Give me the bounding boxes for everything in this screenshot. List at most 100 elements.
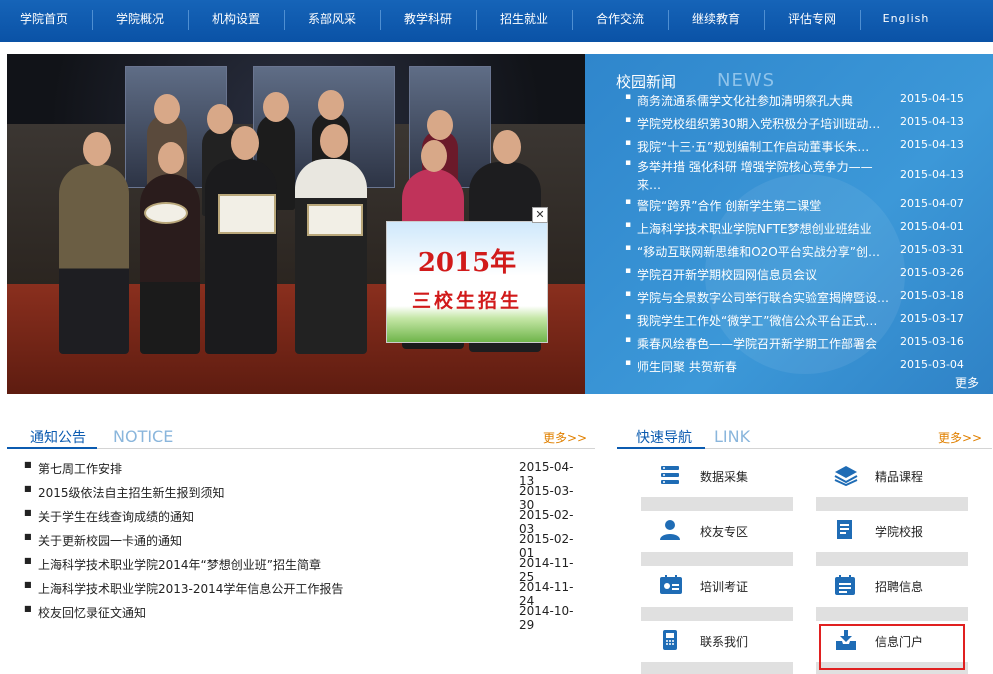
bullet-icon: ▪: [625, 92, 632, 102]
nav-english[interactable]: English: [870, 0, 942, 40]
popup-background: [387, 222, 547, 342]
nav-cooperation[interactable]: 合作交流: [584, 0, 656, 40]
news-item-title[interactable]: 我院学生工作处“微学工”微信公众平台正式…: [637, 312, 892, 329]
news-item-title[interactable]: “移动互联网新思维和O2O平台实战分享”创…: [637, 243, 892, 260]
news-item-title[interactable]: 学院党校组织第30期入党积极分子培训班动员…: [637, 115, 892, 132]
nav-divider: [92, 10, 93, 30]
award-certificate: [307, 204, 363, 236]
id-card-icon[interactable]: [659, 574, 682, 596]
news-item-title[interactable]: 商务流通系儒学文化社参加清明祭孔大典: [637, 92, 892, 109]
news-item-title[interactable]: 学院与全景数字公司举行联合实验室揭牌暨设…: [637, 289, 892, 306]
news-more-link[interactable]: 更多>>: [955, 374, 993, 394]
news-item-date: 2015-04-07: [900, 197, 964, 210]
database-icon[interactable]: [659, 464, 681, 486]
news-item-date: 2015-03-31: [900, 243, 964, 256]
news-title: 校园新闻: [616, 73, 677, 91]
news-item-title[interactable]: 警院“跨界”合作 创新学生第二课堂: [637, 197, 892, 214]
nav-divider: [188, 10, 189, 30]
bullet-icon: ▪: [625, 243, 632, 253]
notice-item[interactable]: ■ 上海科学技术职业学院2014年“梦想创业班”招生简章 2014-11-25: [24, 556, 584, 584]
notice-item[interactable]: ■ 关于学生在线查询成绩的通知 2015-02-03: [24, 508, 584, 536]
layers-icon[interactable]: [834, 464, 858, 487]
award-person-head: [207, 104, 233, 134]
quicklinks-title-en: LINK: [714, 427, 751, 446]
quicklinks-more-link[interactable]: 更多>>: [938, 429, 982, 446]
news-item-date: 2015-04-13: [900, 138, 964, 151]
calendar-list-icon[interactable]: [834, 574, 856, 596]
nav-divider: [668, 10, 669, 30]
quicklink-training-certification[interactable]: 培训考证: [700, 578, 748, 595]
quicklink-underbar: [816, 497, 968, 511]
award-person: [59, 164, 129, 354]
award-person: [205, 159, 277, 354]
notice-item-title[interactable]: 关于学生在线查询成绩的通知: [38, 508, 194, 525]
quicklink-underbar: [641, 497, 793, 511]
nav-divider: [284, 10, 285, 30]
notice-item[interactable]: ■ 第七周工作安排 2015-04-13: [24, 460, 584, 488]
notice-item-title[interactable]: 上海科学技术职业学院2013-2014学年信息公开工作报告: [38, 580, 343, 597]
nav-admissions[interactable]: 招生就业: [488, 0, 560, 40]
notice-title-en: NOTICE: [113, 427, 174, 446]
quicklink-recruitment[interactable]: 招聘信息: [875, 578, 923, 595]
newspaper-icon[interactable]: [834, 519, 856, 541]
quicklink-data-collection[interactable]: 数据采集: [700, 468, 748, 485]
notice-more-link[interactable]: 更多>>: [543, 429, 587, 446]
news-item-title[interactable]: 我院“十三·五”规划编制工作启动董事长朱…: [637, 138, 892, 155]
nav-organization[interactable]: 机构设置: [200, 0, 272, 40]
bullet-icon: ■: [24, 460, 32, 469]
quicklink-underbar: [816, 607, 968, 621]
bullet-icon: ■: [24, 580, 32, 589]
quicklink-quality-courses[interactable]: 精品课程: [875, 468, 923, 485]
notice-item-title[interactable]: 校友回忆录征文通知: [38, 604, 146, 621]
nav-home[interactable]: 学院首页: [8, 0, 80, 40]
quicklinks-divider-accent: [617, 447, 705, 449]
notice-item-title[interactable]: 第七周工作安排: [38, 460, 122, 477]
nav-departments[interactable]: 系部风采: [296, 0, 368, 40]
admission-popup-ad[interactable]: 2015年 三校生招生: [386, 221, 548, 343]
notice-item-title[interactable]: 上海科学技术职业学院2014年“梦想创业班”招生简章: [38, 556, 321, 573]
bullet-icon: ■: [24, 484, 32, 493]
phone-icon[interactable]: [659, 629, 681, 651]
quicklink-alumni[interactable]: 校友专区: [700, 523, 748, 540]
news-item-title[interactable]: 师生同聚 共贺新春: [637, 358, 892, 375]
notice-item[interactable]: ■ 关于更新校园一卡通的通知 2015-02-01: [24, 532, 584, 560]
nav-assessment[interactable]: 评估专网: [776, 0, 848, 40]
nav-divider: [572, 10, 573, 30]
news-title-en: NEWS: [717, 70, 776, 91]
bullet-icon: ■: [24, 604, 32, 613]
notice-item-title[interactable]: 关于更新校园一卡通的通知: [38, 532, 182, 549]
campus-news-panel: 校园新闻 NEWS ▪ 商务流通系儒学文化社参加清明祭孔大典 2015-04-15 …: [585, 54, 993, 394]
news-item-date: 2015-03-04: [900, 358, 964, 371]
news-item-title[interactable]: 学院召开新学期校园网信息员会议: [637, 266, 892, 283]
bullet-icon: ▪: [625, 158, 632, 168]
user-icon[interactable]: [659, 519, 681, 541]
bullet-icon: ■: [24, 508, 32, 517]
award-person-head: [83, 132, 111, 166]
notice-item[interactable]: ■ 上海科学技术职业学院2013-2014学年信息公开工作报告 2014-11-24: [24, 580, 584, 608]
bullet-icon: ▪: [625, 289, 632, 299]
news-item-date: 2015-03-17: [900, 312, 964, 325]
news-item-title[interactable]: 多举并措 强化科研 增强学院核心竞争力——来…: [637, 158, 887, 194]
nav-continuing-education[interactable]: 继续教育: [680, 0, 752, 40]
notice-item[interactable]: ■ 2015级依法自主招生新生报到须知 2015-03-30: [24, 484, 584, 512]
nav-divider: [476, 10, 477, 30]
news-item-title[interactable]: 乘春风绘春色——学院召开新学期工作部署会: [637, 335, 892, 352]
bullet-icon: ■: [24, 532, 32, 541]
bullet-icon: ▪: [625, 197, 632, 207]
notice-divider-accent: [7, 447, 97, 449]
nav-about[interactable]: 学院概况: [104, 0, 176, 40]
popup-title-text: 三校生招生: [411, 290, 522, 312]
close-icon[interactable]: ✕: [532, 207, 548, 223]
news-item-date: 2015-03-16: [900, 335, 964, 348]
notice-title: 通知公告: [30, 430, 86, 446]
news-item-title[interactable]: 上海科学技术职业学院NFTE梦想创业班结业: [637, 220, 892, 237]
notice-item[interactable]: ■ 校友回忆录征文通知 2014-10-29: [24, 604, 584, 632]
notice-item-title[interactable]: 2015级依法自主招生新生报到须知: [38, 484, 225, 501]
quicklink-contact-us[interactable]: 联系我们: [700, 633, 748, 650]
quicklink-college-newspaper[interactable]: 学院校报: [875, 523, 923, 540]
quicklink-underbar: [641, 552, 793, 566]
news-item[interactable]: ▪ 多举并措 强化科研 增强学院核心竞争力——来… 2015-04-13: [625, 158, 980, 194]
nav-teaching-research[interactable]: 教学科研: [392, 0, 464, 40]
news-item-date: 2015-03-26: [900, 266, 964, 279]
news-item-date: 2015-04-13: [900, 168, 964, 181]
